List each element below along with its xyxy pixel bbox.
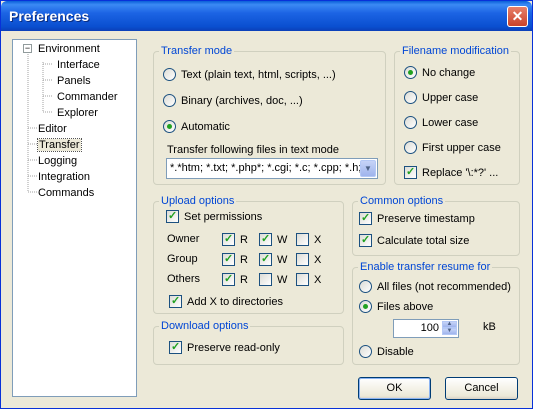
category-tree[interactable]: − Environment Interface Panels Commander… <box>12 39 137 397</box>
group-write-checkbox[interactable]: W <box>259 253 287 266</box>
checkbox-indicator <box>359 234 372 247</box>
radio-text-mode[interactable]: Text (plain text, html, scripts, ...) <box>163 68 336 81</box>
text-mode-files-combo[interactable]: *.*htm; *.txt; *.php*; *.cgi; *.c; *.cpp… <box>166 158 378 179</box>
close-button[interactable]: ✕ <box>507 6 528 27</box>
radio-indicator <box>404 66 417 79</box>
close-icon: ✕ <box>511 8 524 24</box>
others-write-checkbox[interactable]: W <box>259 273 287 286</box>
preserve-readonly-checkbox[interactable]: Preserve read-only <box>169 341 280 354</box>
radio-binary-mode[interactable]: Binary (archives, doc, ...) <box>163 94 303 107</box>
perm-row-group-label: Group <box>167 253 198 265</box>
checkbox-indicator <box>404 166 417 179</box>
checkbox-indicator <box>222 273 235 286</box>
radio-automatic-mode[interactable]: Automatic <box>163 120 230 133</box>
calc-total-size-checkbox[interactable]: Calculate total size <box>359 234 469 247</box>
radio-resume-all-files[interactable]: All files (not recommended) <box>359 280 511 293</box>
checkbox-indicator <box>359 212 372 225</box>
title-bar[interactable]: Preferences ✕ <box>1 1 532 31</box>
tree-item-environment[interactable]: Environment <box>38 42 100 56</box>
radio-indicator <box>359 345 372 358</box>
tree-item-editor[interactable]: Editor <box>38 122 67 136</box>
group-execute-checkbox[interactable]: X <box>296 253 321 266</box>
checkbox-indicator <box>259 273 272 286</box>
radio-indicator <box>163 68 176 81</box>
owner-write-checkbox[interactable]: W <box>259 233 287 246</box>
ok-button[interactable]: OK <box>358 377 431 400</box>
tree-item-interface[interactable]: Interface <box>57 58 100 72</box>
tree-item-integration[interactable]: Integration <box>38 170 90 184</box>
resume-unit-label: kB <box>483 321 496 333</box>
filename-modification-legend: Filename modification <box>402 45 509 57</box>
radio-indicator <box>404 116 417 129</box>
tree-item-panels[interactable]: Panels <box>57 74 91 88</box>
upload-options-legend: Upload options <box>161 195 235 207</box>
tree-item-logging[interactable]: Logging <box>38 154 77 168</box>
radio-lower-case[interactable]: Lower case <box>404 116 478 129</box>
chevron-down-icon[interactable]: ▼ <box>360 160 376 177</box>
tree-item-commander[interactable]: Commander <box>57 90 118 104</box>
perm-row-owner-label: Owner <box>167 233 200 245</box>
tree-item-transfer[interactable]: Transfer <box>37 138 82 152</box>
owner-execute-checkbox[interactable]: X <box>296 233 321 246</box>
stepper-up-icon[interactable]: ▲ <box>442 321 457 328</box>
text-mode-files-value: *.*htm; *.txt; *.php*; *.cgi; *.c; *.cpp… <box>170 162 360 174</box>
tree-item-commands[interactable]: Commands <box>38 186 94 200</box>
checkbox-indicator <box>296 233 309 246</box>
checkbox-indicator <box>166 210 179 223</box>
group-read-checkbox[interactable]: R <box>222 253 248 266</box>
set-permissions-checkbox[interactable]: Set permissions <box>166 210 262 223</box>
stepper-down-icon[interactable]: ▼ <box>442 328 457 335</box>
radio-indicator <box>359 280 372 293</box>
cancel-button[interactable]: Cancel <box>445 377 518 400</box>
common-options-legend: Common options <box>360 195 444 207</box>
replace-chars-checkbox[interactable]: Replace '\:*?' ... <box>404 166 498 179</box>
others-read-checkbox[interactable]: R <box>222 273 248 286</box>
radio-indicator <box>404 141 417 154</box>
radio-indicator <box>163 120 176 133</box>
radio-first-upper-case[interactable]: First upper case <box>404 141 501 154</box>
resume-threshold-value: 100 <box>420 322 439 334</box>
owner-read-checkbox[interactable]: R <box>222 233 248 246</box>
radio-indicator <box>404 91 417 104</box>
tree-item-explorer[interactable]: Explorer <box>57 106 98 120</box>
checkbox-indicator <box>222 253 235 266</box>
resume-options-legend: Enable transfer resume for <box>360 261 491 273</box>
add-x-directories-checkbox[interactable]: Add X to directories <box>169 295 283 308</box>
radio-no-change[interactable]: No change <box>404 66 475 79</box>
checkbox-indicator <box>259 233 272 246</box>
perm-row-others-label: Others <box>167 273 201 285</box>
checkbox-indicator <box>222 233 235 246</box>
download-options-legend: Download options <box>161 320 249 332</box>
radio-resume-files-above[interactable]: Files above <box>359 300 433 313</box>
collapse-toggle-icon[interactable]: − <box>23 44 32 53</box>
radio-upper-case[interactable]: Upper case <box>404 91 478 104</box>
radio-indicator <box>359 300 372 313</box>
checkbox-indicator <box>169 341 182 354</box>
text-mode-files-label: Transfer following files in text mode <box>167 144 339 156</box>
radio-resume-disable[interactable]: Disable <box>359 345 414 358</box>
transfer-mode-legend: Transfer mode <box>161 45 233 57</box>
checkbox-indicator <box>296 253 309 266</box>
window-title: Preferences <box>9 8 90 24</box>
radio-indicator <box>163 94 176 107</box>
resume-threshold-stepper[interactable]: 100 ▲ ▼ <box>393 319 459 338</box>
preferences-window: Preferences ✕ − Environment Interface Pa… <box>0 0 533 409</box>
preserve-timestamp-checkbox[interactable]: Preserve timestamp <box>359 212 475 225</box>
checkbox-indicator <box>169 295 182 308</box>
checkbox-indicator <box>259 253 272 266</box>
checkbox-indicator <box>296 273 309 286</box>
others-execute-checkbox[interactable]: X <box>296 273 321 286</box>
